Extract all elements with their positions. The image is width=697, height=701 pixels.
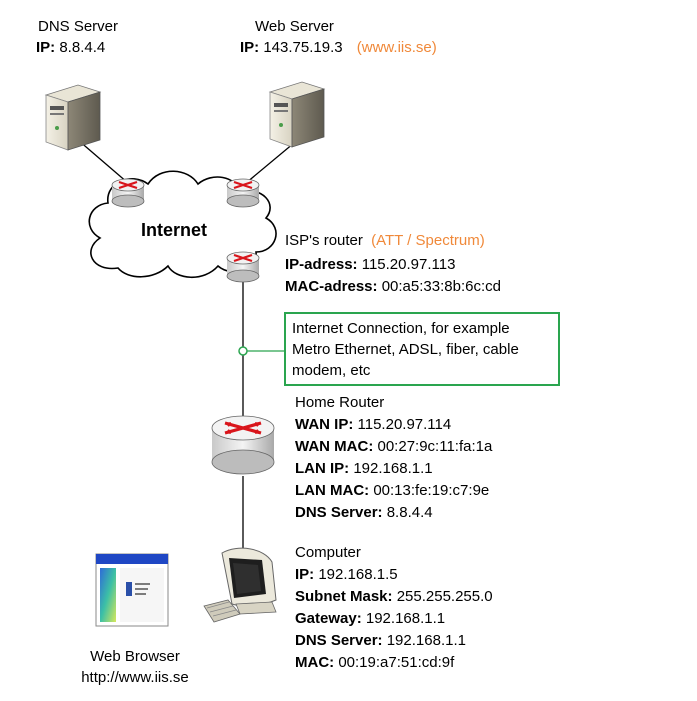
dns-server-link bbox=[77, 139, 129, 184]
computer-dns-label: DNS Server: bbox=[295, 632, 383, 649]
computer-ip: IP: 192.168.1.5 bbox=[295, 564, 398, 586]
isp-router-title: ISP's router (ATT / Spectrum) bbox=[285, 230, 485, 252]
home-router-title: Home Router bbox=[295, 394, 385, 411]
computer-title: Computer bbox=[295, 544, 361, 561]
dns-server-icon bbox=[44, 84, 102, 151]
home-router-wan-mac-value: 00:27:9c:11:fa:1a bbox=[377, 438, 493, 455]
callout-anchor bbox=[238, 346, 248, 356]
computer-ip-value: 192.168.1.5 bbox=[318, 566, 398, 583]
isp-router-mac: MAC-adress: 00:a5:33:8b:6c:cd bbox=[285, 276, 501, 298]
home-router-dns-value: 8.8.4.4 bbox=[386, 504, 433, 521]
web-server-host: (www.iis.se) bbox=[356, 39, 437, 56]
dns-server-title: DNS Server bbox=[37, 18, 119, 35]
web-server-icon bbox=[268, 81, 326, 148]
computer-subnet-mask: Subnet Mask: 255.255.255.0 bbox=[295, 586, 493, 608]
home-router-wan-mac: WAN MAC: 00:27:9c:11:fa:1a bbox=[295, 436, 492, 458]
web-server-ip-label: IP: bbox=[240, 39, 260, 56]
home-router-icon bbox=[211, 415, 275, 475]
computer-dns-value: 192.168.1.1 bbox=[386, 632, 466, 649]
computer-mask-label: Subnet Mask: bbox=[295, 588, 393, 605]
cloud-router-left-icon bbox=[111, 178, 145, 208]
home-router-wan-ip-value: 115.20.97.114 bbox=[357, 416, 452, 433]
home-router-wan-mac-label: WAN MAC: bbox=[295, 438, 374, 455]
dns-server-ip-label: IP: bbox=[36, 39, 56, 56]
web-browser-title: Web Browser bbox=[90, 648, 180, 665]
home-router-dns-label: DNS Server: bbox=[295, 504, 383, 521]
computer-gw-value: 192.168.1.1 bbox=[365, 610, 446, 627]
home-router-lan-ip: LAN IP: 192.168.1.1 bbox=[295, 458, 433, 480]
isp-router-ip: IP-adress: 115.20.97.113 bbox=[285, 254, 455, 276]
web-server-title: Web Server bbox=[255, 18, 334, 35]
connection-callout: Internet Connection, for example Metro E… bbox=[284, 312, 560, 386]
web-browser-url: http://www.iis.se bbox=[81, 669, 189, 686]
isp-router-mac-value: 00:a5:33:8b:6c:cd bbox=[381, 278, 501, 295]
home-router-wan-ip-label: WAN IP: bbox=[295, 416, 354, 433]
computer-mac-label: MAC: bbox=[295, 654, 335, 671]
dns-server-ip-value: 8.8.4.4 bbox=[59, 39, 106, 56]
isp-router-mac-label: MAC-adress: bbox=[285, 278, 378, 295]
home-router-lan-ip-label: LAN IP: bbox=[295, 460, 350, 477]
dns-server-ip: IP: 8.8.4.4 bbox=[36, 37, 105, 59]
connection-note-text: Internet Connection, for example Metro E… bbox=[292, 320, 519, 379]
isp-router-ip-label: IP-adress: bbox=[285, 256, 358, 273]
home-router-lan-ip-value: 192.168.1.1 bbox=[353, 460, 433, 477]
isp-router-title-text: ISP's router bbox=[285, 232, 363, 249]
computer-mac-value: 00:19:a7:51:cd:9f bbox=[338, 654, 455, 671]
computer-ip-label: IP: bbox=[295, 566, 315, 583]
isp-provider: (ATT / Spectrum) bbox=[371, 232, 485, 249]
internet-label: Internet bbox=[141, 220, 208, 240]
computer-dns: DNS Server: 192.168.1.1 bbox=[295, 630, 466, 652]
cloud-router-right-icon bbox=[226, 178, 260, 208]
home-router-wan-ip: WAN IP: 115.20.97.114 bbox=[295, 414, 451, 436]
computer-gateway: Gateway: 192.168.1.1 bbox=[295, 608, 445, 630]
web-browser-icon bbox=[95, 553, 169, 627]
home-router-lan-mac-value: 00:13:fe:19:c7:9e bbox=[373, 482, 490, 499]
home-router-lan-mac-label: LAN MAC: bbox=[295, 482, 370, 499]
computer-mac: MAC: 00:19:a7:51:cd:9f bbox=[295, 652, 454, 674]
isp-router-ip-value: 115.20.97.113 bbox=[361, 256, 456, 273]
web-server-ip-value: 143.75.19.3 bbox=[263, 39, 343, 56]
computer-gw-label: Gateway: bbox=[295, 610, 362, 627]
web-server-ip: IP: 143.75.19.3 (www.iis.se) bbox=[240, 37, 437, 59]
isp-router-icon bbox=[226, 251, 260, 283]
home-router-lan-mac: LAN MAC: 00:13:fe:19:c7:9e bbox=[295, 480, 489, 502]
computer-icon bbox=[203, 547, 277, 623]
home-router-dns: DNS Server: 8.8.4.4 bbox=[295, 502, 433, 524]
computer-mask-value: 255.255.255.0 bbox=[396, 588, 493, 605]
